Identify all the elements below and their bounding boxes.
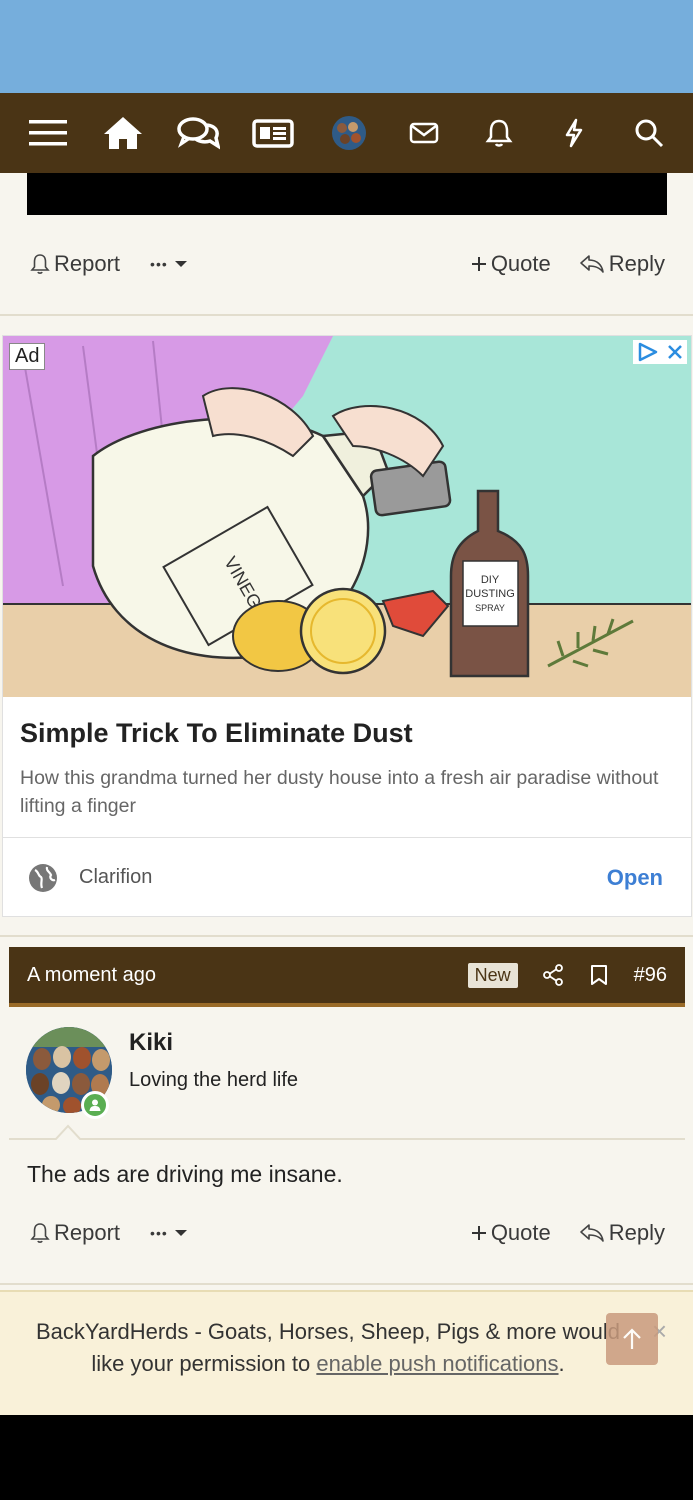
post-number[interactable]: #96 — [634, 964, 667, 987]
plus-icon — [471, 1226, 486, 1240]
quote-button[interactable]: Quote — [471, 251, 551, 277]
quote-button[interactable]: Quote — [471, 1220, 551, 1246]
username[interactable]: Kiki — [129, 1029, 173, 1057]
reply-button[interactable]: Reply — [579, 1220, 665, 1246]
reply-button[interactable]: Reply — [579, 251, 665, 277]
post-actions: Report ••• Quote Reply — [0, 1208, 693, 1258]
report-button[interactable]: Report — [30, 1220, 120, 1246]
more-options-button[interactable]: ••• — [150, 1225, 188, 1241]
post-user-block: Kiki Loving the herd life — [9, 1007, 685, 1140]
inbox-icon[interactable] — [402, 111, 446, 155]
arrow-up-icon — [623, 1328, 641, 1349]
new-badge: New — [467, 962, 518, 988]
post-actions-top: Report ••• Quote Reply — [0, 239, 693, 289]
bottle-label-line-2: DUSTING — [465, 588, 515, 600]
reply-label: Reply — [608, 251, 665, 276]
news-icon[interactable] — [251, 111, 295, 155]
globe-icon — [29, 863, 57, 892]
ad-advertiser: Clarifion — [79, 866, 153, 888]
ad-choices[interactable] — [633, 340, 687, 364]
scroll-to-top-button[interactable] — [606, 1313, 658, 1365]
reply-label: Reply — [608, 1220, 665, 1245]
push-notice-period: . — [558, 1351, 565, 1376]
adchoices-icon[interactable] — [637, 342, 659, 362]
ad-unit[interactable]: VINEGAR DIY DUSTING SPRAY Ad Simple Tric… — [2, 335, 692, 917]
whats-new-icon[interactable] — [552, 111, 596, 155]
close-ad-icon[interactable] — [667, 344, 683, 360]
more-label: ••• — [150, 1225, 168, 1241]
embedded-media[interactable] — [27, 173, 667, 215]
search-icon[interactable] — [627, 111, 671, 155]
share-icon[interactable] — [542, 964, 564, 986]
online-status-icon — [81, 1091, 109, 1119]
bell-outline-icon — [30, 254, 50, 274]
quote-label: Quote — [490, 251, 551, 276]
more-label: ••• — [150, 256, 168, 272]
report-button[interactable]: Report — [30, 251, 120, 277]
user-avatar[interactable] — [327, 111, 371, 155]
post-body: The ads are driving me insane. — [27, 1161, 343, 1187]
bottle-label-line-1: DIY — [481, 574, 500, 586]
bottle-label-line-3: SPRAY — [475, 603, 505, 613]
menu-icon[interactable] — [26, 111, 70, 155]
push-notification-notice: BackYardHerds - Goats, Horses, Sheep, Pi… — [0, 1290, 693, 1415]
ad-description: How this grandma turned her dusty house … — [20, 767, 659, 817]
post-header: A moment ago New #96 — [9, 947, 685, 1007]
bell-outline-icon — [30, 1223, 50, 1243]
ad-badge: Ad — [9, 343, 46, 370]
more-options-button[interactable]: ••• — [150, 256, 188, 272]
caret-down-icon — [174, 1230, 187, 1236]
home-icon[interactable] — [101, 111, 145, 155]
post-divider — [0, 1283, 693, 1285]
thread-page: Report ••• Quote Reply VINEGAR DIY DUSTI… — [0, 173, 693, 1415]
plus-icon — [471, 257, 486, 271]
user-title: Loving the herd life — [129, 1069, 299, 1091]
report-label: Report — [54, 1220, 121, 1245]
caret-down-icon — [174, 261, 187, 267]
reply-arrow-icon — [579, 1224, 604, 1242]
enable-push-link[interactable]: enable push notifications — [316, 1351, 558, 1376]
forums-icon[interactable] — [176, 111, 221, 155]
post-divider — [0, 935, 693, 937]
push-notice-text: BackYardHerds - Goats, Horses, Sheep, Pi… — [18, 1316, 638, 1380]
ad-open-button[interactable]: Open — [607, 865, 663, 891]
post-timestamp[interactable]: A moment ago — [27, 964, 468, 987]
status-bar-area — [0, 0, 693, 93]
ad-title[interactable]: Simple Trick To Eliminate Dust — [20, 718, 413, 749]
alerts-icon[interactable] — [477, 111, 521, 155]
quote-label: Quote — [490, 1220, 551, 1245]
report-label: Report — [54, 251, 121, 276]
ad-footer: Clarifion Open — [3, 837, 691, 917]
post-divider — [0, 314, 693, 316]
reply-arrow-icon — [579, 255, 604, 273]
top-navbar — [0, 93, 693, 173]
ad-image[interactable]: VINEGAR DIY DUSTING SPRAY Ad — [3, 336, 691, 697]
bookmark-icon[interactable] — [590, 964, 608, 986]
message-arrow — [55, 1124, 81, 1140]
